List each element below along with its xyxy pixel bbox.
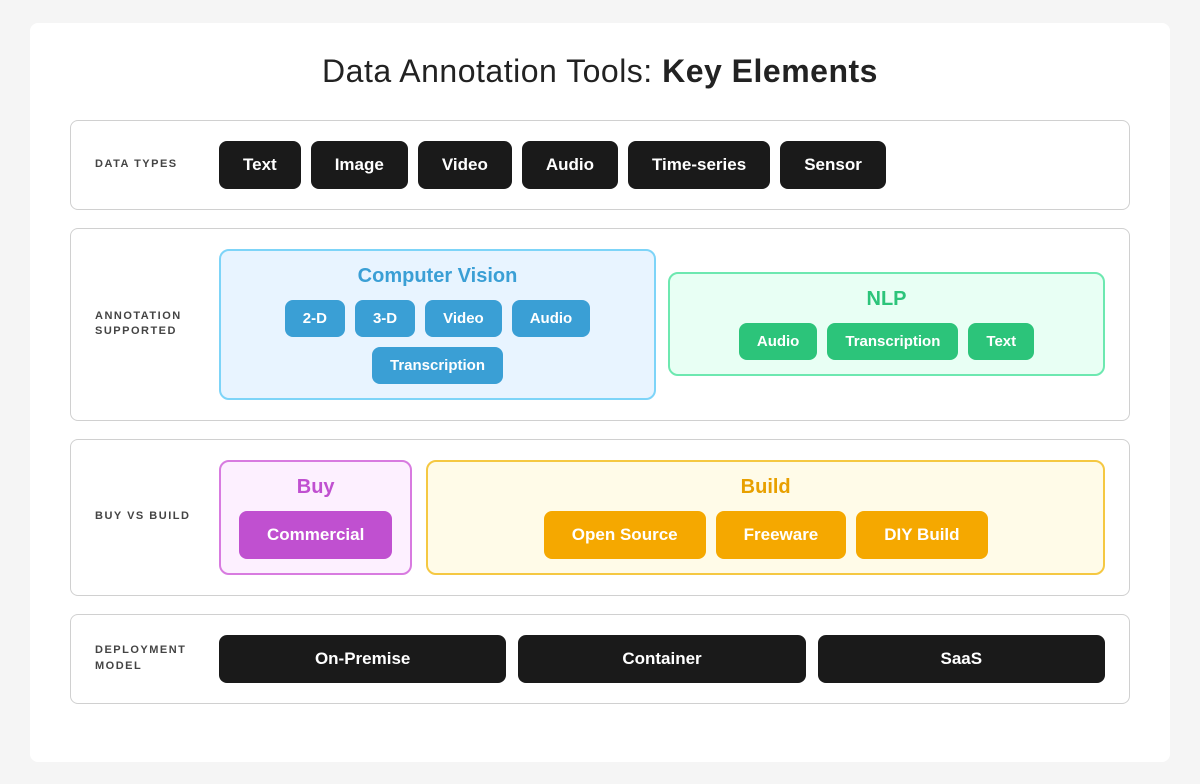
cv-badges: 2-D 3-D Video Audio Transcription xyxy=(239,300,636,384)
deployment-badge-container: Container xyxy=(518,635,805,683)
annotation-content: Computer Vision 2-D 3-D Video Audio Tran… xyxy=(219,249,1105,400)
cv-badge-3d: 3-D xyxy=(355,300,415,337)
build-title: Build xyxy=(741,476,791,499)
buy-badge-commercial: Commercial xyxy=(239,511,392,559)
badge-audio: Audio xyxy=(522,141,618,189)
build-badge-diybuild: DIY Build xyxy=(856,511,987,559)
cv-title: Computer Vision xyxy=(358,265,518,288)
nlp-title: NLP xyxy=(867,288,907,311)
cv-group: Computer Vision 2-D 3-D Video Audio Tran… xyxy=(219,249,656,400)
build-badges: Open Source Freeware DIY Build xyxy=(544,511,988,559)
nlp-badge-audio: Audio xyxy=(739,323,818,360)
data-types-label: DATA TYPES xyxy=(95,157,195,172)
deployment-section: DEPLOYMENTMODEL On-Premise Container Saa… xyxy=(70,614,1130,704)
nlp-group: NLP Audio Transcription Text xyxy=(668,272,1105,376)
build-group: Build Open Source Freeware DIY Build xyxy=(426,460,1105,575)
badge-sensor: Sensor xyxy=(780,141,886,189)
buy-badges: Commercial xyxy=(239,511,392,559)
deployment-content: On-Premise Container SaaS xyxy=(219,635,1105,683)
buy-group: Buy Commercial xyxy=(219,460,412,575)
page-container: Data Annotation Tools: Key Elements DATA… xyxy=(30,23,1170,762)
data-types-content: Text Image Video Audio Time-series Senso… xyxy=(219,141,1105,189)
annotation-label: ANNOTATIONSUPPORTED xyxy=(95,309,195,340)
badge-image: Image xyxy=(311,141,408,189)
build-badge-freeware: Freeware xyxy=(716,511,847,559)
badge-video: Video xyxy=(418,141,512,189)
cv-badge-video: Video xyxy=(425,300,502,337)
buybuild-content: Buy Commercial Build Open Source Freewar… xyxy=(219,460,1105,575)
nlp-badges: Audio Transcription Text xyxy=(739,323,1034,360)
data-types-section: DATA TYPES Text Image Video Audio Time-s… xyxy=(70,120,1130,210)
deployment-label: DEPLOYMENTMODEL xyxy=(95,643,195,674)
deployment-badge-onpremise: On-Premise xyxy=(219,635,506,683)
page-title: Data Annotation Tools: Key Elements xyxy=(70,53,1130,90)
badge-text: Text xyxy=(219,141,301,189)
cv-badge-audio: Audio xyxy=(512,300,591,337)
build-badge-opensource: Open Source xyxy=(544,511,706,559)
buy-title: Buy xyxy=(297,476,335,499)
deployment-badge-saas: SaaS xyxy=(818,635,1105,683)
buybuild-section: BUY VS BUILD Buy Commercial Build Open S… xyxy=(70,439,1130,596)
annotation-section: ANNOTATIONSUPPORTED Computer Vision 2-D … xyxy=(70,228,1130,421)
nlp-badge-text: Text xyxy=(968,323,1034,360)
cv-badge-2d: 2-D xyxy=(285,300,345,337)
badge-timeseries: Time-series xyxy=(628,141,770,189)
nlp-badge-transcription: Transcription xyxy=(827,323,958,360)
buybuild-label: BUY VS BUILD xyxy=(95,509,195,524)
cv-badge-transcription: Transcription xyxy=(372,347,503,384)
